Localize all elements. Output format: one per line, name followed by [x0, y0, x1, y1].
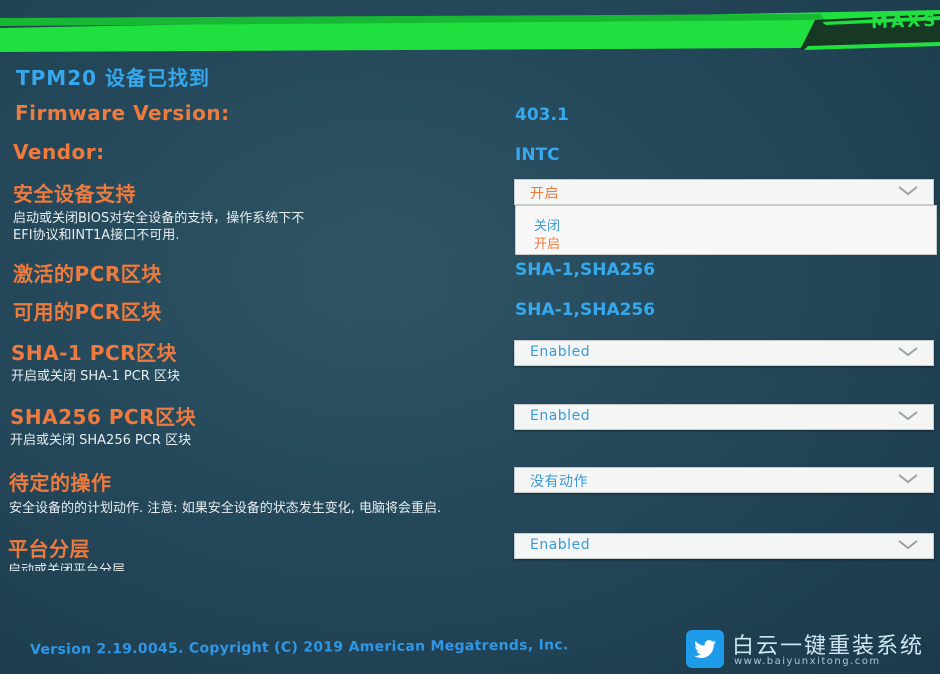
sha1-pcr-help: 开启或关闭 SHA-1 PCR 区块	[11, 369, 180, 384]
bios-screen: { "brand": "MAXS", "title": "TPM20 设备已找到…	[0, 0, 940, 674]
active-pcr-label: 激活的PCR区块	[13, 262, 162, 286]
chevron-down-icon	[898, 186, 918, 196]
chevron-down-icon	[898, 411, 918, 421]
sha1-pcr-selected: Enabled	[530, 344, 591, 360]
brand-logo-text: MAXS	[870, 10, 939, 34]
pending-operation-selected: 没有动作	[530, 474, 588, 490]
green-stripe-graphic	[0, 10, 940, 52]
platform-hierarchy-help: 启动或关闭平台分层	[8, 563, 126, 571]
security-device-support-dropdown: 关闭 开启	[515, 205, 937, 255]
security-device-support-selected: 开启	[530, 186, 559, 202]
twitter-bird-icon	[686, 630, 724, 668]
option-disable[interactable]: 关闭	[534, 215, 560, 234]
vendor-label: Vendor:	[13, 140, 105, 164]
security-device-support-select[interactable]: 开启	[514, 179, 934, 205]
firmware-version-value: 403.1	[515, 105, 569, 125]
platform-hierarchy-label: 平台分层	[8, 537, 90, 561]
chevron-down-icon	[898, 540, 918, 550]
firmware-version-label: Firmware Version:	[15, 101, 230, 125]
sha256-pcr-label: SHA256 PCR区块	[10, 405, 197, 429]
sha1-pcr-select[interactable]: Enabled	[514, 340, 934, 366]
chevron-down-icon	[898, 474, 918, 484]
chevron-down-icon	[898, 347, 918, 357]
watermark: 白云一键重装系统 www.baiyunxitong.com	[686, 630, 936, 672]
option-enable[interactable]: 开启	[534, 233, 560, 252]
available-pcr-label: 可用的PCR区块	[13, 300, 162, 324]
top-banner: MAXS	[0, 0, 940, 70]
watermark-url: www.baiyunxitong.com	[734, 656, 881, 667]
active-pcr-value: SHA-1,SHA256	[515, 260, 656, 280]
pending-operation-select[interactable]: 没有动作	[514, 467, 934, 493]
sha256-pcr-selected: Enabled	[530, 408, 591, 424]
platform-hierarchy-select[interactable]: Enabled	[514, 533, 934, 559]
version-footer: Version 2.19.0045. Copyright (C) 2019 Am…	[30, 637, 569, 658]
available-pcr-value: SHA-1,SHA256	[515, 300, 656, 320]
pending-operation-help: 安全设备的的计划动作. 注意: 如果安全设备的状态发生变化, 电脑将会重启.	[9, 501, 442, 516]
security-device-support-label: 安全设备支持	[13, 182, 136, 206]
sha256-pcr-select[interactable]: Enabled	[514, 404, 934, 430]
vendor-value: INTC	[515, 145, 560, 165]
pending-operation-label: 待定的操作	[9, 471, 112, 495]
page-title: TPM20 设备已找到	[16, 66, 210, 90]
sha256-pcr-help: 开启或关闭 SHA256 PCR 区块	[10, 433, 192, 448]
platform-hierarchy-selected: Enabled	[530, 537, 591, 553]
security-device-support-help-line-2: EFI协议和INT1A接口不可用.	[13, 228, 180, 243]
security-device-support-help-line-1: 启动或关闭BIOS对安全设备的支持，操作系统下不	[13, 211, 305, 226]
sha1-pcr-label: SHA-1 PCR区块	[11, 341, 178, 365]
